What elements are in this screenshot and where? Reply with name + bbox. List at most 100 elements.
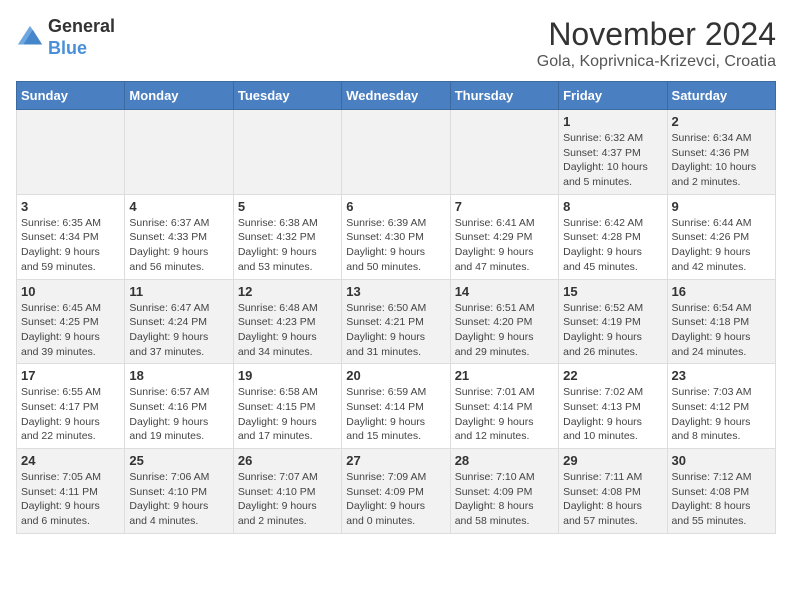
day-number: 20 xyxy=(346,368,445,383)
day-number: 6 xyxy=(346,199,445,214)
day-info: Sunrise: 7:11 AM Sunset: 4:08 PM Dayligh… xyxy=(563,470,662,529)
calendar-cell: 10 Sunrise: 6:45 AM Sunset: 4:25 PM Dayli… xyxy=(17,279,125,364)
weekday-header: Friday xyxy=(559,82,667,110)
day-info: Sunrise: 6:48 AM Sunset: 4:23 PM Dayligh… xyxy=(238,301,337,360)
day-info: Sunrise: 7:01 AM Sunset: 4:14 PM Dayligh… xyxy=(455,385,554,444)
day-info: Sunrise: 6:41 AM Sunset: 4:29 PM Dayligh… xyxy=(455,216,554,275)
day-number: 2 xyxy=(672,114,771,129)
calendar-cell: 27 Sunrise: 7:09 AM Sunset: 4:09 PM Dayli… xyxy=(342,449,450,534)
day-number: 10 xyxy=(21,284,120,299)
calendar-cell: 9 Sunrise: 6:44 AM Sunset: 4:26 PM Daylig… xyxy=(667,194,775,279)
calendar-cell: 1 Sunrise: 6:32 AM Sunset: 4:37 PM Daylig… xyxy=(559,110,667,195)
day-number: 4 xyxy=(129,199,228,214)
day-info: Sunrise: 6:39 AM Sunset: 4:30 PM Dayligh… xyxy=(346,216,445,275)
calendar-cell: 28 Sunrise: 7:10 AM Sunset: 4:09 PM Dayli… xyxy=(450,449,558,534)
day-info: Sunrise: 7:07 AM Sunset: 4:10 PM Dayligh… xyxy=(238,470,337,529)
calendar-cell: 21 Sunrise: 7:01 AM Sunset: 4:14 PM Dayli… xyxy=(450,364,558,449)
day-number: 8 xyxy=(563,199,662,214)
day-number: 28 xyxy=(455,453,554,468)
day-info: Sunrise: 7:10 AM Sunset: 4:09 PM Dayligh… xyxy=(455,470,554,529)
page-header: General Blue November 2024 Gola, Koprivn… xyxy=(16,16,776,71)
day-number: 27 xyxy=(346,453,445,468)
day-number: 1 xyxy=(563,114,662,129)
month-title: November 2024 xyxy=(537,16,776,53)
calendar-cell: 30Sunrise: 7:12 AM Sunset: 4:08 PM Dayli… xyxy=(667,449,775,534)
day-number: 7 xyxy=(455,199,554,214)
calendar-cell: 13 Sunrise: 6:50 AM Sunset: 4:21 PM Dayli… xyxy=(342,279,450,364)
day-number: 12 xyxy=(238,284,337,299)
day-info: Sunrise: 6:38 AM Sunset: 4:32 PM Dayligh… xyxy=(238,216,337,275)
day-number: 26 xyxy=(238,453,337,468)
calendar-cell: 22 Sunrise: 7:02 AM Sunset: 4:13 PM Dayli… xyxy=(559,364,667,449)
logo-blue: Blue xyxy=(48,38,115,60)
calendar-cell: 16Sunrise: 6:54 AM Sunset: 4:18 PM Dayli… xyxy=(667,279,775,364)
calendar-cell: 4 Sunrise: 6:37 AM Sunset: 4:33 PM Daylig… xyxy=(125,194,233,279)
day-number: 19 xyxy=(238,368,337,383)
calendar-cell: 15Sunrise: 6:52 AM Sunset: 4:19 PM Dayli… xyxy=(559,279,667,364)
calendar-cell: 18 Sunrise: 6:57 AM Sunset: 4:16 PM Dayli… xyxy=(125,364,233,449)
calendar-header: SundayMondayTuesdayWednesdayThursdayFrid… xyxy=(17,82,776,110)
day-info: Sunrise: 6:47 AM Sunset: 4:24 PM Dayligh… xyxy=(129,301,228,360)
calendar-cell xyxy=(342,110,450,195)
weekday-header: Thursday xyxy=(450,82,558,110)
calendar-cell: 7 Sunrise: 6:41 AM Sunset: 4:29 PM Daylig… xyxy=(450,194,558,279)
day-number: 21 xyxy=(455,368,554,383)
day-number: 3 xyxy=(21,199,120,214)
day-number: 23 xyxy=(672,368,771,383)
calendar-table: SundayMondayTuesdayWednesdayThursdayFrid… xyxy=(16,81,776,534)
day-number: 5 xyxy=(238,199,337,214)
day-info: Sunrise: 6:59 AM Sunset: 4:14 PM Dayligh… xyxy=(346,385,445,444)
calendar-week-row: 3 Sunrise: 6:35 AM Sunset: 4:34 PM Daylig… xyxy=(17,194,776,279)
day-number: 16 xyxy=(672,284,771,299)
day-number: 11 xyxy=(129,284,228,299)
weekday-header: Sunday xyxy=(17,82,125,110)
calendar-cell: 12 Sunrise: 6:48 AM Sunset: 4:23 PM Dayli… xyxy=(233,279,341,364)
day-info: Sunrise: 6:44 AM Sunset: 4:26 PM Dayligh… xyxy=(672,216,771,275)
weekday-header: Wednesday xyxy=(342,82,450,110)
day-info: Sunrise: 6:50 AM Sunset: 4:21 PM Dayligh… xyxy=(346,301,445,360)
day-number: 9 xyxy=(672,199,771,214)
calendar-cell xyxy=(233,110,341,195)
title-area: November 2024 Gola, Koprivnica-Krizevci,… xyxy=(537,16,776,71)
calendar-cell xyxy=(17,110,125,195)
calendar-cell: 11 Sunrise: 6:47 AM Sunset: 4:24 PM Dayli… xyxy=(125,279,233,364)
day-number: 24 xyxy=(21,453,120,468)
day-info: Sunrise: 6:55 AM Sunset: 4:17 PM Dayligh… xyxy=(21,385,120,444)
location: Gola, Koprivnica-Krizevci, Croatia xyxy=(537,53,776,71)
calendar-cell: 14Sunrise: 6:51 AM Sunset: 4:20 PM Dayli… xyxy=(450,279,558,364)
day-info: Sunrise: 6:45 AM Sunset: 4:25 PM Dayligh… xyxy=(21,301,120,360)
calendar-cell: 8 Sunrise: 6:42 AM Sunset: 4:28 PM Daylig… xyxy=(559,194,667,279)
calendar-cell: 20 Sunrise: 6:59 AM Sunset: 4:14 PM Dayli… xyxy=(342,364,450,449)
calendar-week-row: 10 Sunrise: 6:45 AM Sunset: 4:25 PM Dayli… xyxy=(17,279,776,364)
day-number: 15 xyxy=(563,284,662,299)
day-info: Sunrise: 6:32 AM Sunset: 4:37 PM Dayligh… xyxy=(563,131,662,190)
day-number: 14 xyxy=(455,284,554,299)
calendar-cell xyxy=(125,110,233,195)
day-info: Sunrise: 6:57 AM Sunset: 4:16 PM Dayligh… xyxy=(129,385,228,444)
calendar-cell: 5 Sunrise: 6:38 AM Sunset: 4:32 PM Daylig… xyxy=(233,194,341,279)
calendar-cell: 26 Sunrise: 7:07 AM Sunset: 4:10 PM Dayli… xyxy=(233,449,341,534)
calendar-cell: 24 Sunrise: 7:05 AM Sunset: 4:11 PM Dayli… xyxy=(17,449,125,534)
day-info: Sunrise: 7:09 AM Sunset: 4:09 PM Dayligh… xyxy=(346,470,445,529)
day-info: Sunrise: 6:58 AM Sunset: 4:15 PM Dayligh… xyxy=(238,385,337,444)
calendar-week-row: 17Sunrise: 6:55 AM Sunset: 4:17 PM Dayli… xyxy=(17,364,776,449)
day-number: 13 xyxy=(346,284,445,299)
calendar-cell: 6 Sunrise: 6:39 AM Sunset: 4:30 PM Daylig… xyxy=(342,194,450,279)
day-number: 30 xyxy=(672,453,771,468)
calendar-cell: 19 Sunrise: 6:58 AM Sunset: 4:15 PM Dayli… xyxy=(233,364,341,449)
day-info: Sunrise: 6:42 AM Sunset: 4:28 PM Dayligh… xyxy=(563,216,662,275)
day-number: 18 xyxy=(129,368,228,383)
day-info: Sunrise: 6:34 AM Sunset: 4:36 PM Dayligh… xyxy=(672,131,771,190)
logo: General Blue xyxy=(16,16,115,59)
day-info: Sunrise: 6:35 AM Sunset: 4:34 PM Dayligh… xyxy=(21,216,120,275)
weekday-header: Saturday xyxy=(667,82,775,110)
calendar-cell: 17Sunrise: 6:55 AM Sunset: 4:17 PM Dayli… xyxy=(17,364,125,449)
day-info: Sunrise: 7:05 AM Sunset: 4:11 PM Dayligh… xyxy=(21,470,120,529)
logo-general: General xyxy=(48,16,115,38)
day-info: Sunrise: 7:06 AM Sunset: 4:10 PM Dayligh… xyxy=(129,470,228,529)
day-info: Sunrise: 6:37 AM Sunset: 4:33 PM Dayligh… xyxy=(129,216,228,275)
calendar-cell: 29Sunrise: 7:11 AM Sunset: 4:08 PM Dayli… xyxy=(559,449,667,534)
calendar-cell xyxy=(450,110,558,195)
day-number: 22 xyxy=(563,368,662,383)
day-info: Sunrise: 7:02 AM Sunset: 4:13 PM Dayligh… xyxy=(563,385,662,444)
